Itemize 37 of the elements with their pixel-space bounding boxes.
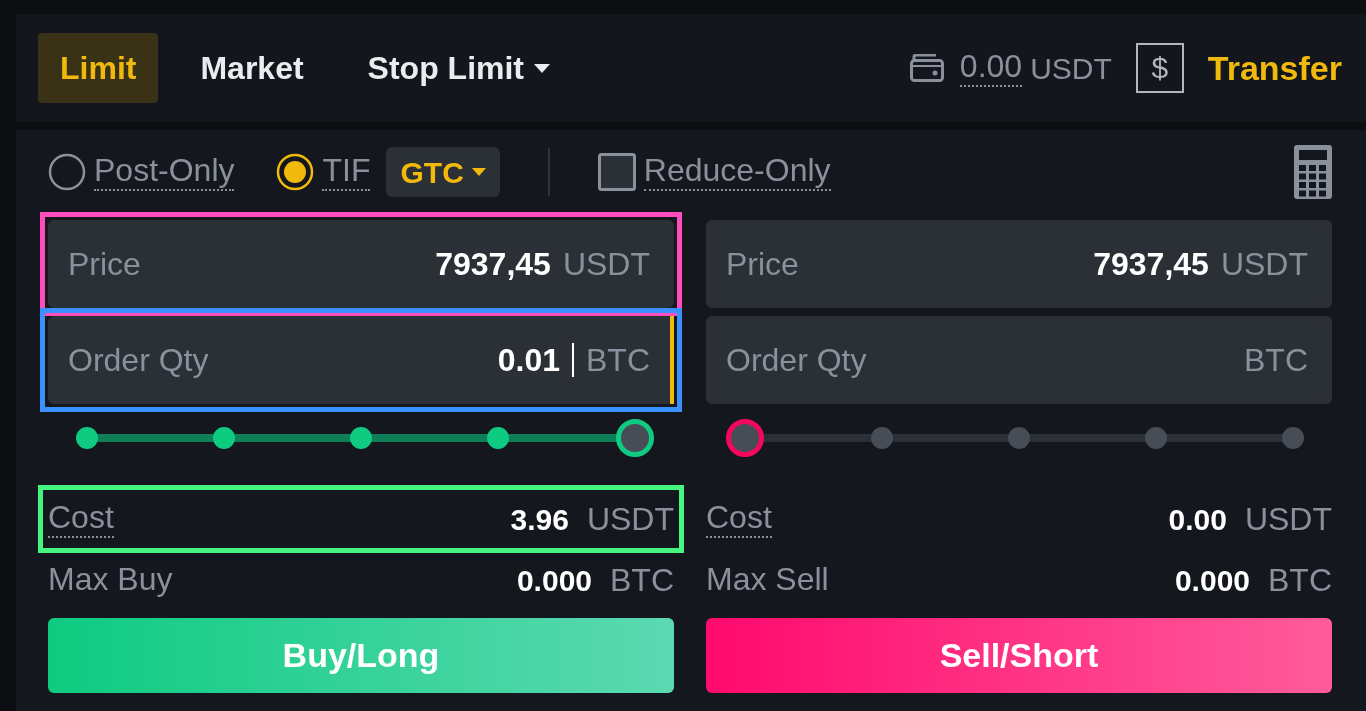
- slider-handle[interactable]: [726, 419, 764, 457]
- summary-label: Max Buy: [48, 562, 173, 598]
- input-field[interactable]: Order Qty BTC: [706, 316, 1332, 404]
- balance-value: 0.00: [959, 49, 1023, 87]
- radio-button[interactable]: [276, 153, 315, 191]
- summary-label: Cost: [706, 500, 772, 538]
- input-field[interactable]: Price 7937,45 USDT: [48, 220, 674, 308]
- option-label: Post-Only: [94, 153, 235, 191]
- order-type-tab[interactable]: Limit: [38, 33, 159, 103]
- input-field[interactable]: Price 7937,45 USDT: [706, 220, 1332, 308]
- summary-label: Cost: [48, 500, 114, 538]
- summary-value: 0.000: [516, 562, 592, 599]
- summary-value: 3.96: [510, 501, 569, 538]
- option-label: TIF: [322, 153, 371, 191]
- summary-label: Max Sell: [706, 562, 829, 598]
- currency-label: USDT: [1030, 50, 1112, 87]
- wallet-icon: [909, 54, 944, 82]
- unit-label: BTC: [610, 561, 674, 600]
- input-field[interactable]: Order Qty 0.01 BTC: [48, 316, 674, 404]
- calculator-icon[interactable]: [1294, 145, 1332, 199]
- caret-down-icon: [471, 168, 486, 176]
- transfer-link[interactable]: Transfer: [1207, 42, 1342, 94]
- unit-label: USDT: [586, 500, 674, 539]
- order-type-tab[interactable]: Market: [178, 33, 326, 103]
- radio-button[interactable]: [48, 153, 86, 191]
- currency-button[interactable]: $: [1135, 43, 1184, 93]
- summary-value: 0.000: [1174, 562, 1250, 599]
- checkbox[interactable]: [597, 153, 636, 191]
- dropdown-button[interactable]: GTC: [386, 147, 500, 197]
- option-label: Reduce-Only: [643, 153, 831, 191]
- unit-label: USDT: [1244, 500, 1332, 539]
- unit-label: BTC: [1268, 561, 1332, 600]
- caret-down-icon: [534, 63, 550, 73]
- slider-handle[interactable]: [616, 419, 654, 457]
- text-cursor-icon: [572, 343, 574, 377]
- summary-value: 0.00: [1168, 501, 1227, 538]
- order-type-tab[interactable]: Stop Limit: [345, 33, 572, 103]
